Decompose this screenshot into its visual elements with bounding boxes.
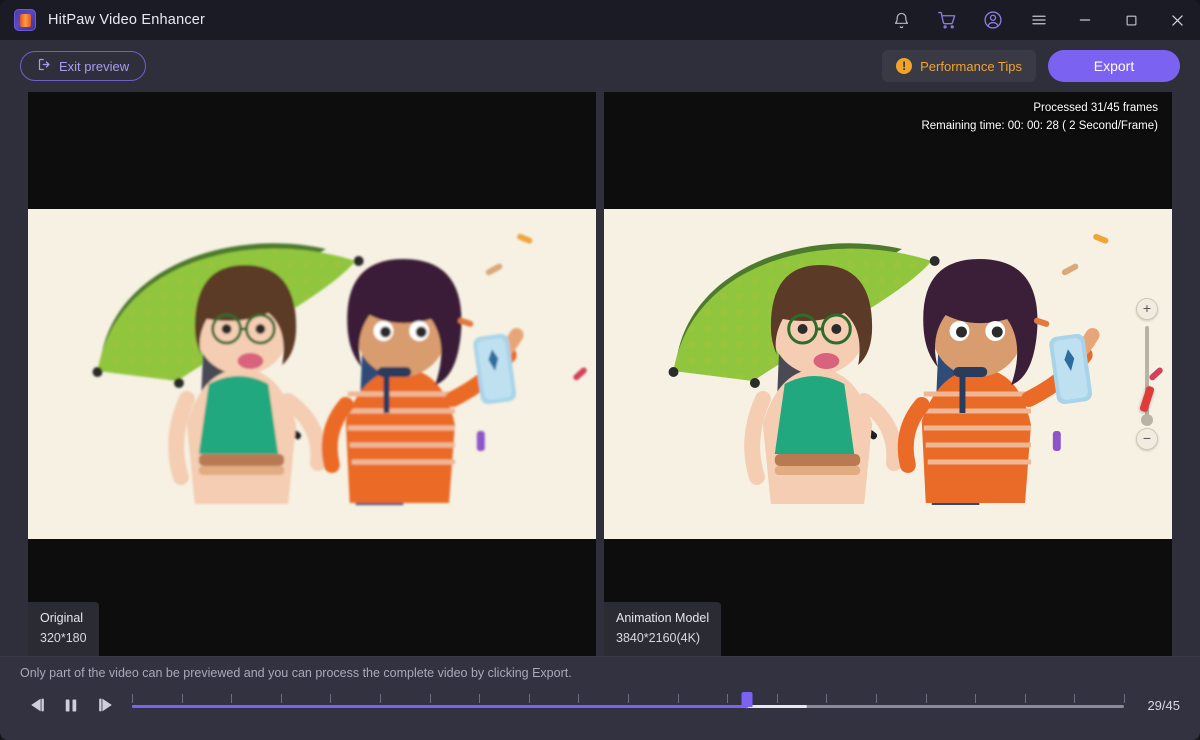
timeline-tick (1074, 694, 1076, 703)
timeline-tick (479, 694, 481, 703)
warning-icon: ! (896, 58, 913, 74)
enhanced-badge: Animation Model 3840*2160(4K) (604, 602, 722, 656)
timeline-tick (925, 694, 927, 703)
timeline-scrubber[interactable] (132, 692, 1125, 718)
enhanced-preview-pane[interactable]: + − Processed 31/45 frames Remaining tim… (604, 92, 1172, 656)
zoom-slider-track[interactable] (1139, 326, 1155, 426)
timeline-tick (231, 694, 233, 703)
processing-status: Processed 31/45 frames Remaining time: 0… (921, 100, 1158, 136)
timeline-tick (628, 694, 629, 703)
original-video-frame (28, 209, 596, 539)
menu-icon[interactable] (1016, 0, 1062, 40)
timeline-tick (826, 694, 828, 703)
timeline-buffer (747, 705, 807, 708)
enhanced-badge-resolution: 3840*2160(4K) (616, 630, 701, 645)
timeline-tick (727, 694, 729, 703)
exit-preview-label: Exit preview (59, 58, 130, 74)
original-badge: Original 320*180 (28, 602, 99, 656)
preview-area: Original 320*180 + − Processed 31/45 fra… (0, 92, 1200, 656)
exit-preview-button[interactable]: Exit preview (20, 51, 147, 81)
app-window: HitPaw Video Enhancer Exit preview ! Per… (0, 0, 1200, 740)
enhanced-video-frame: + − (604, 209, 1172, 539)
zoom-out-button[interactable]: − (1136, 428, 1158, 450)
performance-tips-label: Performance Tips (920, 58, 1022, 74)
zoom-slider-base (1141, 414, 1153, 426)
bottom-bar: Only part of the video can be previewed … (0, 656, 1200, 740)
maximize-icon[interactable] (1108, 0, 1154, 40)
transport-controls: 29/45 (20, 690, 1180, 720)
timeline-playhead[interactable] (741, 692, 753, 709)
timeline-tick (975, 694, 977, 703)
timeline-tick (578, 694, 580, 703)
frame-counter: 29/45 (1147, 697, 1180, 713)
title-bar: HitPaw Video Enhancer (0, 0, 1200, 40)
zoom-in-button[interactable]: + (1136, 298, 1158, 320)
original-preview-pane[interactable]: Original 320*180 (28, 92, 596, 656)
account-icon[interactable] (970, 0, 1016, 40)
close-icon[interactable] (1154, 0, 1200, 40)
original-badge-title: Original (40, 611, 84, 626)
timeline-tick (876, 694, 877, 703)
timeline-tick (280, 694, 282, 703)
zoom-slider-handle[interactable] (1139, 385, 1155, 413)
preview-hint-text: Only part of the video can be previewed … (20, 666, 572, 680)
notification-bell-icon[interactable] (878, 0, 924, 40)
timeline-tick (776, 694, 778, 703)
hitpaw-logo-icon (14, 9, 36, 31)
processed-frames-text: Processed 31/45 frames (1033, 102, 1158, 114)
export-button[interactable]: Export (1048, 50, 1180, 82)
exit-icon (37, 57, 52, 75)
original-badge-resolution: 320*180 (40, 630, 87, 645)
toolbar: Exit preview ! Performance Tips Export (0, 40, 1200, 92)
timeline-ticks (132, 694, 1125, 703)
performance-tips-button[interactable]: ! Performance Tips (882, 50, 1036, 82)
pause-button[interactable] (54, 690, 88, 720)
timeline-tick (330, 694, 332, 703)
window-controls (878, 0, 1200, 40)
zoom-slider-control[interactable]: + − (1134, 298, 1160, 450)
timeline-progress (132, 705, 748, 708)
minimize-icon[interactable] (1062, 0, 1108, 40)
previous-frame-button[interactable] (20, 690, 54, 720)
timeline-tick (1124, 694, 1125, 703)
timeline-tick (380, 694, 381, 703)
timeline-tick (528, 694, 530, 703)
timeline-tick (181, 694, 183, 703)
timeline-tick (1024, 694, 1026, 703)
next-frame-button[interactable] (88, 690, 122, 720)
enhanced-badge-title: Animation Model (616, 611, 710, 626)
app-title: HitPaw Video Enhancer (48, 12, 206, 28)
remaining-time-text: Remaining time: 00: 00: 28 ( 2 Second/Fr… (921, 119, 1158, 132)
shopping-cart-icon[interactable] (924, 0, 970, 40)
timeline-tick (132, 694, 133, 703)
timeline-tick (677, 694, 679, 703)
timeline-tick (429, 694, 431, 703)
